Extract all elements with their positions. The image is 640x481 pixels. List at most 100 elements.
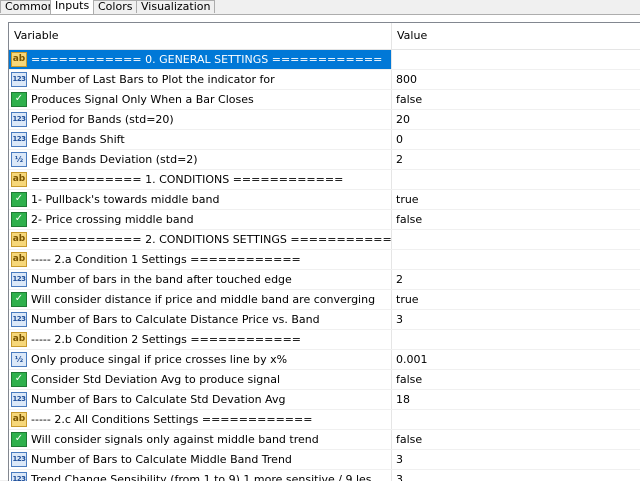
variable-cell[interactable]: ab ----- 2.b Condition 2 Settings =======… <box>9 330 391 349</box>
variable-name: Will consider distance if price and midd… <box>31 293 376 306</box>
variable-name: Number of Bars to Calculate Middle Band … <box>31 453 292 466</box>
table-row[interactable]: 123 Number of Last Bars to Plot the indic… <box>9 70 640 90</box>
variable-name: 1- Pullback's towards middle band <box>31 193 220 206</box>
variable-name: Number of Bars to Calculate Std Devation… <box>31 393 286 406</box>
table-row[interactable]: ✓ 2- Price crossing middle band false <box>9 210 640 230</box>
value-cell[interactable]: 3 <box>391 310 640 329</box>
variable-cell[interactable]: ab ============ 1. CONDITIONS ===========… <box>9 170 391 189</box>
value-cell[interactable]: 2 <box>391 150 640 169</box>
table-row[interactable]: ab ============ 2. CONDITIONS SETTINGS ==… <box>9 230 640 250</box>
variable-cell[interactable]: ✓ 1- Pullback's towards middle band <box>9 190 391 209</box>
table-row[interactable]: 123 Edge Bands Shift 0 <box>9 130 640 150</box>
table-row[interactable]: ✓ 1- Pullback's towards middle band true <box>9 190 640 210</box>
value-cell[interactable]: 18 <box>391 390 640 409</box>
variable-cell[interactable]: ab ----- 2.c All Conditions Settings ====… <box>9 410 391 429</box>
table-row[interactable]: 123 Number of Bars to Calculate Distance … <box>9 310 640 330</box>
variable-name: Number of bars in the band after touched… <box>31 273 292 286</box>
value-cell[interactable]: 2 <box>391 270 640 289</box>
double-type-icon: ½ <box>11 352 27 367</box>
value-cell[interactable] <box>391 170 640 189</box>
string-type-icon: ab <box>11 252 27 267</box>
variable-cell[interactable]: ab ============ 2. CONDITIONS SETTINGS ==… <box>9 230 391 249</box>
variable-cell[interactable]: ✓ Will consider distance if price and mid… <box>9 290 391 309</box>
table-row[interactable]: ½ Edge Bands Deviation (std=2) 2 <box>9 150 640 170</box>
tab-visualization[interactable]: Visualization <box>136 0 216 13</box>
table-row[interactable]: ab ============ 1. CONDITIONS ===========… <box>9 170 640 190</box>
string-type-icon: ab <box>11 332 27 347</box>
inputs-grid: Variable Value ab ============ 0. GENERAL… <box>8 22 640 481</box>
variable-cell[interactable]: 123 Number of Bars to Calculate Middle Ba… <box>9 450 391 469</box>
variable-name: ----- 2.b Condition 2 Settings =========… <box>31 333 302 346</box>
value-cell[interactable] <box>391 230 640 249</box>
value-cell[interactable] <box>391 50 640 69</box>
value-cell[interactable]: true <box>391 290 640 309</box>
tab-colors[interactable]: Colors <box>93 0 138 13</box>
variable-cell[interactable]: 123 Trend Change Sensibility (from 1 to 9… <box>9 470 391 481</box>
value-cell[interactable]: 3 <box>391 470 640 481</box>
value-cell[interactable]: 0 <box>391 130 640 149</box>
value-cell[interactable]: 0.001 <box>391 350 640 369</box>
table-row[interactable]: ✓ Consider Std Deviation Avg to produce s… <box>9 370 640 390</box>
variable-cell[interactable]: 123 Edge Bands Shift <box>9 130 391 149</box>
integer-type-icon: 123 <box>11 72 27 87</box>
variable-cell[interactable]: ab ============ 0. GENERAL SETTINGS =====… <box>9 50 391 69</box>
integer-type-icon: 123 <box>11 272 27 287</box>
table-row[interactable]: ab ============ 0. GENERAL SETTINGS =====… <box>9 50 640 70</box>
variable-name: 2- Price crossing middle band <box>31 213 194 226</box>
variable-name: Number of Bars to Calculate Distance Pri… <box>31 313 320 326</box>
value-cell[interactable]: false <box>391 430 640 449</box>
variable-name: Only produce singal if price crosses lin… <box>31 353 288 366</box>
boolean-type-icon: ✓ <box>11 92 27 107</box>
table-row[interactable]: 123 Period for Bands (std=20) 20 <box>9 110 640 130</box>
variable-cell[interactable]: ✓ Will consider signals only against midd… <box>9 430 391 449</box>
variable-name: Consider Std Deviation Avg to produce si… <box>31 373 281 386</box>
table-row[interactable]: ✓ Will consider distance if price and mid… <box>9 290 640 310</box>
table-row[interactable]: ✓ Will consider signals only against midd… <box>9 430 640 450</box>
variable-cell[interactable]: 123 Period for Bands (std=20) <box>9 110 391 129</box>
value-cell[interactable] <box>391 330 640 349</box>
value-cell[interactable]: 20 <box>391 110 640 129</box>
value-cell[interactable]: true <box>391 190 640 209</box>
variable-cell[interactable]: ✓ 2- Price crossing middle band <box>9 210 391 229</box>
variable-cell[interactable]: ab ----- 2.a Condition 1 Settings =======… <box>9 250 391 269</box>
variable-cell[interactable]: ½ Only produce singal if price crosses li… <box>9 350 391 369</box>
variable-column-header[interactable]: Variable <box>9 23 392 49</box>
boolean-type-icon: ✓ <box>11 432 27 447</box>
tab-inputs[interactable]: Inputs <box>50 0 95 14</box>
variable-name: Period for Bands (std=20) <box>31 113 174 126</box>
variable-name: Will consider signals only against middl… <box>31 433 319 446</box>
value-cell[interactable]: false <box>391 90 640 109</box>
value-cell[interactable]: false <box>391 370 640 389</box>
variable-name: ----- 2.c All Conditions Settings ======… <box>31 413 313 426</box>
table-row[interactable]: 123 Number of Bars to Calculate Middle Ba… <box>9 450 640 470</box>
variable-cell[interactable]: 123 Number of bars in the band after touc… <box>9 270 391 289</box>
value-cell[interactable]: 800 <box>391 70 640 89</box>
table-row[interactable]: ½ Only produce singal if price crosses li… <box>9 350 640 370</box>
table-row[interactable]: 123 Trend Change Sensibility (from 1 to 9… <box>9 470 640 481</box>
variable-name: Number of Last Bars to Plot the indicato… <box>31 73 275 86</box>
variable-cell[interactable]: 123 Number of Bars to Calculate Distance … <box>9 310 391 329</box>
value-cell[interactable] <box>391 250 640 269</box>
integer-type-icon: 123 <box>11 392 27 407</box>
value-cell[interactable]: 3 <box>391 450 640 469</box>
string-type-icon: ab <box>11 52 27 67</box>
variable-cell[interactable]: 123 Number of Bars to Calculate Std Devat… <box>9 390 391 409</box>
variable-name: ----- 2.a Condition 1 Settings =========… <box>31 253 301 266</box>
variable-cell[interactable]: ✓ Consider Std Deviation Avg to produce s… <box>9 370 391 389</box>
variable-cell[interactable]: 123 Number of Last Bars to Plot the indic… <box>9 70 391 89</box>
string-type-icon: ab <box>11 232 27 247</box>
variable-name: Trend Change Sensibility (from 1 to 9) 1… <box>31 473 372 481</box>
table-row[interactable]: 123 Number of Bars to Calculate Std Devat… <box>9 390 640 410</box>
table-row[interactable]: ab ----- 2.a Condition 1 Settings =======… <box>9 250 640 270</box>
table-row[interactable]: ab ----- 2.c All Conditions Settings ====… <box>9 410 640 430</box>
variable-cell[interactable]: ✓ Produces Signal Only When a Bar Closes <box>9 90 391 109</box>
table-row[interactable]: 123 Number of bars in the band after touc… <box>9 270 640 290</box>
variable-cell[interactable]: ½ Edge Bands Deviation (std=2) <box>9 150 391 169</box>
value-cell[interactable] <box>391 410 640 429</box>
table-row[interactable]: ab ----- 2.b Condition 2 Settings =======… <box>9 330 640 350</box>
table-row[interactable]: ✓ Produces Signal Only When a Bar Closes f… <box>9 90 640 110</box>
value-column-header[interactable]: Value <box>392 23 640 49</box>
grid-rows: ab ============ 0. GENERAL SETTINGS =====… <box>9 50 640 481</box>
value-cell[interactable]: false <box>391 210 640 229</box>
variable-name: ============ 0. GENERAL SETTINGS =======… <box>31 53 383 66</box>
